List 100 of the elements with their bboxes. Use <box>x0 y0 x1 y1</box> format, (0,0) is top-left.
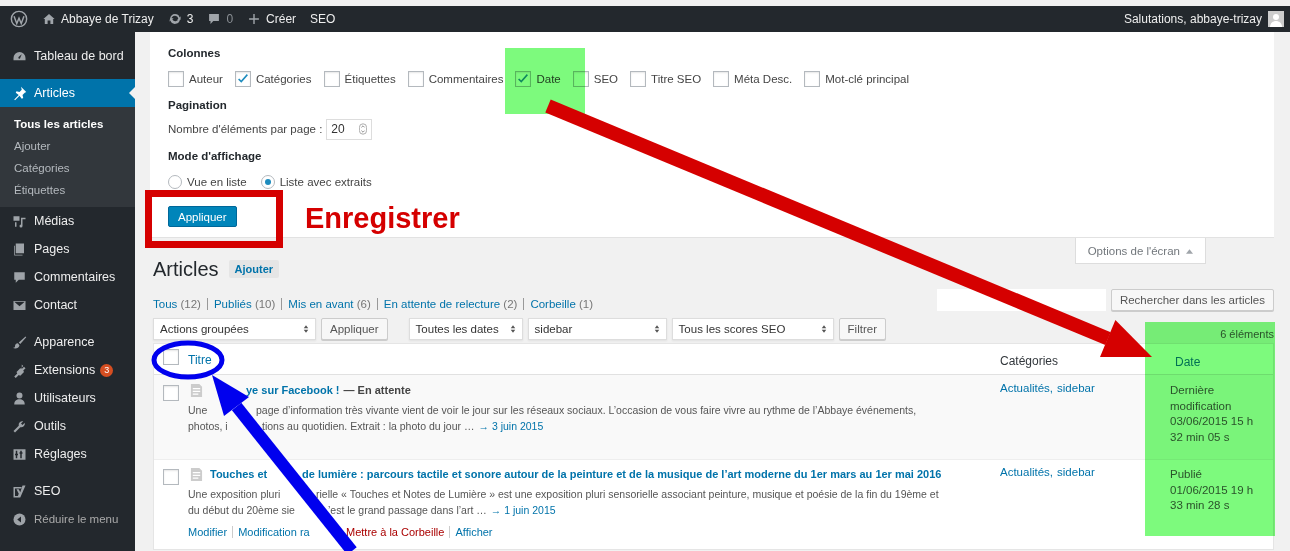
post-title-link[interactable]: ye sur Facebook ! <box>246 384 340 396</box>
filter-select[interactable]: Toutes les dates <box>408 318 523 340</box>
filter-button[interactable]: Filtrer <box>838 318 886 340</box>
add-new-button[interactable]: Ajouter <box>228 260 280 278</box>
checkbox-label: Catégories <box>255 73 312 85</box>
collapse-menu-button[interactable]: Réduire le menu <box>0 505 135 533</box>
menu-item[interactable]: Utilisateurs <box>0 384 135 412</box>
updown-arrows-icon <box>820 324 827 334</box>
speech-bubble-icon <box>207 12 222 26</box>
radio-button[interactable] <box>260 175 275 189</box>
category-link[interactable]: sidebar <box>1057 466 1095 478</box>
submenu-item[interactable]: Étiquettes <box>0 179 135 201</box>
checkbox[interactable] <box>163 349 179 365</box>
checkbox[interactable] <box>168 71 184 87</box>
site-name-link[interactable]: Abbaye de Trizay <box>42 12 154 26</box>
filter-select[interactable]: sidebar <box>527 318 667 340</box>
sliders-icon <box>12 446 27 462</box>
checkbox-label: Mot-clé principal <box>825 73 909 85</box>
wordpress-logo-icon[interactable] <box>10 10 28 28</box>
row-action-link[interactable]: Afficher <box>449 526 493 538</box>
document-icon <box>190 382 203 398</box>
filter-link[interactable]: Mis en avant (6) <box>281 298 371 310</box>
checkbox[interactable] <box>163 385 179 401</box>
filter-link[interactable]: En attente de relecture (2) <box>376 298 518 310</box>
column-header-link[interactable]: Titre <box>188 353 212 367</box>
date-value: 01/06/2015 19 h 33 min 28 s <box>1170 482 1255 513</box>
radio-button[interactable] <box>168 175 182 189</box>
search-button[interactable]: Rechercher dans les articles <box>1110 289 1274 311</box>
column-header-link[interactable]: Date <box>1175 354 1201 369</box>
checkbox[interactable] <box>323 71 340 87</box>
excerpt-text: rielle « Touches et Notes de Lumière » est une exposition pluri sensorielle associant peinture, musique et poésie de la fin du 19ème et <box>316 488 939 500</box>
excerpt-text: photos, i <box>188 420 228 432</box>
menu-item[interactable]: Pages <box>0 235 135 263</box>
screen-options-tab[interactable]: Options de l'écran <box>1074 238 1206 264</box>
menu-item[interactable]: SEO <box>0 477 135 505</box>
filter-link[interactable]: Tous (12) <box>153 298 201 310</box>
checkbox[interactable] <box>804 71 821 87</box>
checkbox-label: Date <box>536 73 561 85</box>
bulk-actions-select[interactable]: Actions groupées <box>153 318 316 340</box>
section-heading: Colonnes <box>168 46 221 61</box>
user-icon <box>12 390 27 406</box>
menu-item[interactable]: Contact <box>0 291 135 319</box>
excerpt-more-link[interactable]: → 3 juin 2015 <box>478 420 544 432</box>
excerpt-more-link[interactable]: → 1 juin 2015 <box>490 504 556 516</box>
excerpt-text: page d’information très vivante vient de voir le jour sur les réseaux sociaux. L’occasion de vous faire vivre au rythme de l’Abbaye événements, <box>256 404 917 416</box>
category-link[interactable]: sidebar <box>1057 382 1095 394</box>
refresh-icon <box>167 12 182 26</box>
excerpt-text: Une <box>188 404 208 416</box>
checkbox[interactable] <box>407 71 424 87</box>
media-icon <box>12 213 27 229</box>
page-title: Articles <box>153 257 219 282</box>
submenu-item[interactable]: Tous les articles <box>0 113 135 135</box>
updates-link[interactable]: 3 <box>167 12 194 26</box>
seo-menu-link[interactable]: SEO <box>310 12 336 26</box>
spinner-arrows-icon <box>359 123 368 135</box>
submenu-item[interactable]: Catégories <box>0 157 135 179</box>
menu-item[interactable]: Outils <box>0 412 135 440</box>
filter-link[interactable]: Corbeille (1) <box>523 298 594 310</box>
menu-item[interactable]: Commentaires <box>0 263 135 291</box>
checkbox[interactable] <box>713 71 730 87</box>
comments-link[interactable]: 0 <box>207 12 234 26</box>
menu-item[interactable]: Extensions 3 <box>0 356 135 384</box>
row-action-link[interactable]: Mettre à la Corbeille <box>346 526 445 538</box>
post-title-link[interactable]: de lumière : parcours tactile et sonore autour de la peinture et de la musique de l’art moderne du 1er mars au 1er mai 2016 <box>302 468 942 480</box>
pushpin-icon <box>12 85 27 101</box>
menu-item[interactable]: Réglages <box>0 440 135 468</box>
section-heading: Mode d'affichage <box>168 149 262 164</box>
apply-button[interactable]: Appliquer <box>321 318 388 340</box>
updown-arrows-icon <box>509 324 516 334</box>
field-label: Nombre d'éléments par page : <box>168 123 323 135</box>
paintbrush-icon <box>12 334 27 350</box>
post-title-link[interactable]: Touches et <box>210 468 268 480</box>
row-action-link[interactable]: Modification ra <box>232 526 310 538</box>
row-action-link[interactable]: Modifier <box>188 526 228 538</box>
menu-item[interactable]: Médias <box>0 207 135 235</box>
date-value: 03/06/2015 15 h 32 min 05 s <box>1170 414 1255 445</box>
collapse-icon <box>12 511 27 527</box>
menu-item[interactable]: Articles <box>0 79 135 107</box>
seo-logo-icon <box>12 483 27 499</box>
radio-label: Liste avec extraits <box>279 176 372 188</box>
number-field[interactable]: 20 <box>326 118 373 140</box>
checkbox[interactable] <box>163 469 179 485</box>
excerpt-text: du début du 20ème sie <box>188 504 295 516</box>
apply-button[interactable]: Appliquer <box>168 206 237 227</box>
updown-arrows-icon <box>653 324 660 334</box>
submenu-item[interactable]: Ajouter <box>0 135 135 157</box>
category-link[interactable]: Actualités, <box>1000 382 1054 394</box>
checkbox-label: Commentaires <box>428 73 504 85</box>
menu-item[interactable]: Tableau de bord <box>0 42 135 70</box>
category-link[interactable]: Actualités, <box>1000 466 1054 478</box>
checkbox-label: Titre SEO <box>651 73 702 85</box>
excerpt-text: Une exposition pluri <box>188 488 281 500</box>
checkbox[interactable] <box>234 71 251 87</box>
checkbox[interactable] <box>630 71 647 87</box>
filter-link[interactable]: Publiés (10) <box>206 298 276 310</box>
filter-select[interactable]: Tous les scores SEO <box>671 318 834 340</box>
account-greeting[interactable]: Salutations, abbaye-trizay <box>1123 11 1284 27</box>
new-content-link[interactable]: Créer <box>247 12 297 26</box>
menu-item[interactable]: Apparence <box>0 328 135 356</box>
plus-icon <box>247 12 262 26</box>
